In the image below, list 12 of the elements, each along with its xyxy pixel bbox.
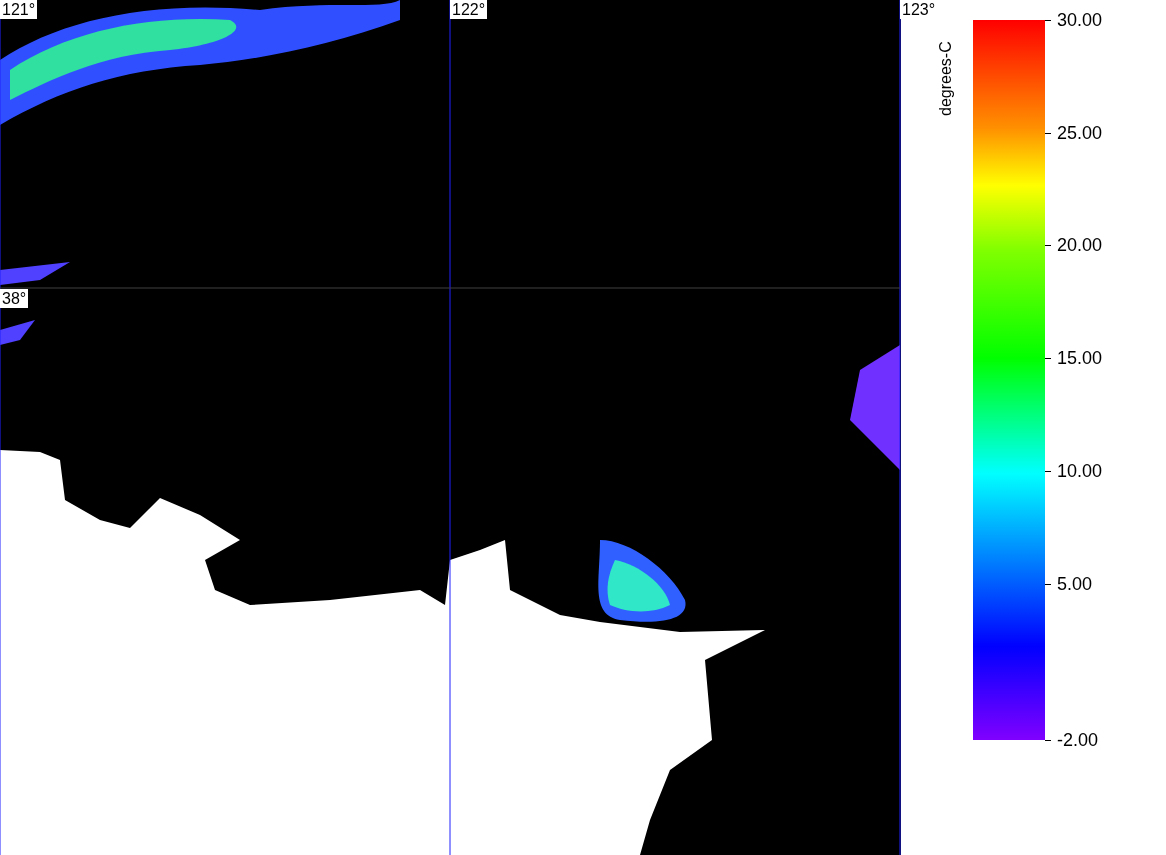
- colorbar-tick-label: 25.00: [1057, 122, 1103, 143]
- colorbar-tick-label: 20.00: [1057, 235, 1103, 256]
- longitude-label: 123°: [900, 0, 938, 19]
- colorbar-tick-label: -2.00: [1057, 730, 1099, 750]
- longitude-label: 121°: [0, 0, 38, 19]
- colorbar-title: degrees-C: [937, 41, 955, 116]
- longitude-label: 122°: [450, 0, 488, 19]
- colorbar-tick-label: 5.00: [1057, 573, 1093, 594]
- colorbar-tick-label: 10.00: [1057, 460, 1103, 481]
- latitude-label: 38°: [0, 289, 29, 308]
- colorbar-tick-label: 15.00: [1057, 348, 1103, 369]
- colorbar-tick-label: 30.00: [1057, 10, 1103, 30]
